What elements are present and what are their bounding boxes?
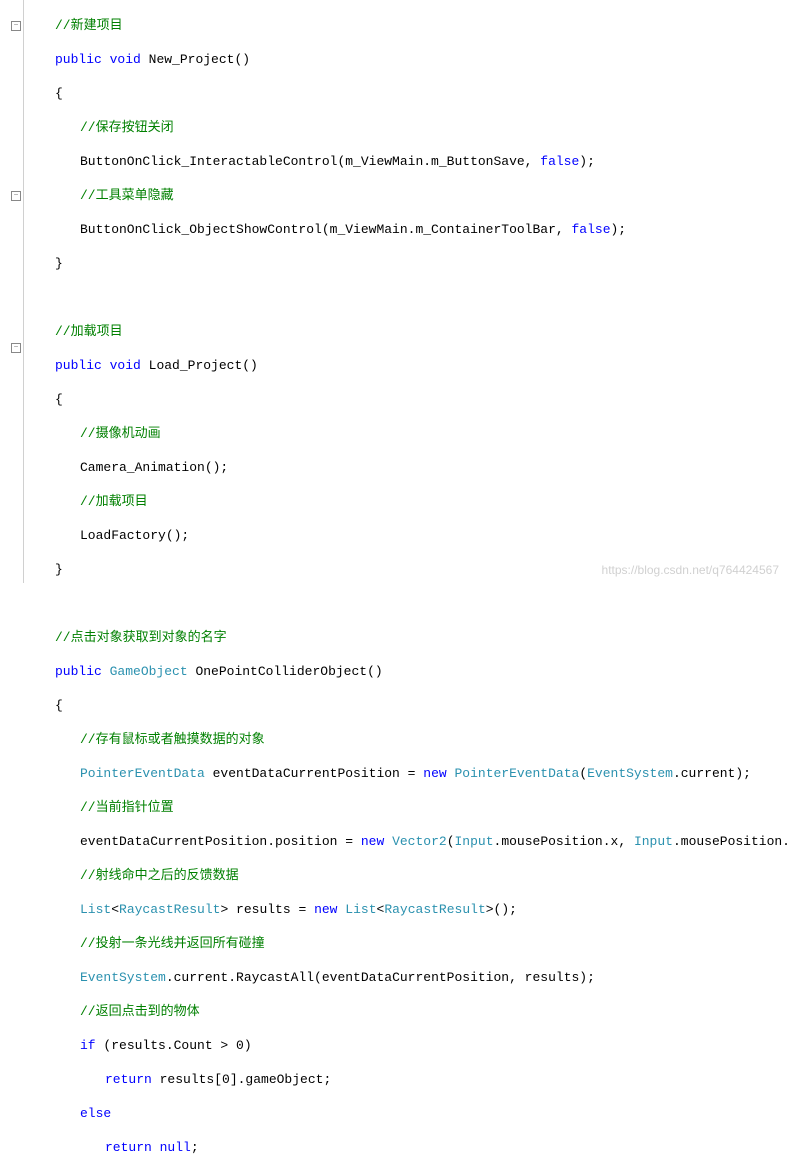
keyword: if: [80, 1038, 96, 1053]
code-text: .mousePosition.x,: [494, 834, 634, 849]
type-name: List: [345, 902, 376, 917]
fold-icon[interactable]: −: [11, 21, 21, 31]
code-text: >();: [486, 902, 517, 917]
code-text: );: [611, 222, 627, 237]
type-name: Vector2: [392, 834, 447, 849]
editor-gutter: − − −: [0, 0, 24, 583]
code-text: ButtonOnClick_InteractableControl(m_View…: [80, 154, 540, 169]
fold-icon[interactable]: −: [11, 191, 21, 201]
brace: }: [55, 256, 63, 271]
brace: {: [55, 392, 63, 407]
keyword: new: [361, 834, 384, 849]
code-text: (: [447, 834, 455, 849]
code-text: ButtonOnClick_ObjectShowControl(m_ViewMa…: [80, 222, 571, 237]
type-name: PointerEventData: [80, 766, 205, 781]
code-text: );: [579, 154, 595, 169]
code-comment: //存有鼠标或者触摸数据的对象: [80, 732, 265, 747]
code-comment: //当前指针位置: [80, 800, 174, 815]
code-text: .current.RaycastAll(eventDataCurrentPosi…: [166, 970, 595, 985]
code-comment: //工具菜单隐藏: [80, 188, 174, 203]
code-text: [102, 664, 110, 679]
code-text: (: [579, 766, 587, 781]
code-editor[interactable]: //新建项目 public void New_Project() { //保存按…: [30, 0, 787, 1166]
code-comment: //加载项目: [55, 324, 123, 339]
type-name: PointerEventData: [454, 766, 579, 781]
type-name: GameObject: [110, 664, 188, 679]
keyword: new: [314, 902, 337, 917]
code-text: [152, 1140, 160, 1155]
brace: }: [55, 562, 63, 577]
type-name: EventSystem: [587, 766, 673, 781]
code-text: Camera_Animation();: [80, 460, 228, 475]
code-text: (results.Count > 0): [96, 1038, 252, 1053]
code-text: OnePointColliderObject(): [188, 664, 383, 679]
code-text: eventDataCurrentPosition.position =: [80, 834, 361, 849]
code-comment: //点击对象获取到对象的名字: [55, 630, 227, 645]
keyword: return: [105, 1140, 152, 1155]
type-name: Input: [455, 834, 494, 849]
keyword: void: [110, 358, 141, 373]
keyword: null: [160, 1140, 191, 1155]
code-text: .mousePosition.y);: [673, 834, 787, 849]
brace: {: [55, 86, 63, 101]
type-name: EventSystem: [80, 970, 166, 985]
code-comment: //保存按钮关闭: [80, 120, 174, 135]
code-text: eventDataCurrentPosition =: [205, 766, 423, 781]
code-text: LoadFactory();: [80, 528, 189, 543]
code-comment: //投射一条光线并返回所有碰撞: [80, 936, 265, 951]
code-text: .current);: [673, 766, 751, 781]
brace: {: [55, 698, 63, 713]
code-text: [102, 358, 110, 373]
type-name: RaycastResult: [119, 902, 220, 917]
keyword: else: [80, 1106, 111, 1121]
code-comment: //新建项目: [55, 18, 123, 33]
fold-icon[interactable]: −: [11, 343, 21, 353]
keyword: return: [105, 1072, 152, 1087]
watermark-text: https://blog.csdn.net/q764424567: [602, 563, 779, 577]
code-text: > results =: [220, 902, 314, 917]
code-text: <: [377, 902, 385, 917]
keyword: public: [55, 664, 102, 679]
code-text: New_Project(): [141, 52, 250, 67]
type-name: RaycastResult: [384, 902, 485, 917]
keyword: false: [571, 222, 610, 237]
code-comment: //摄像机动画: [80, 426, 161, 441]
keyword: public: [55, 52, 102, 67]
keyword: false: [540, 154, 579, 169]
code-comment: //加载项目: [80, 494, 148, 509]
keyword: void: [110, 52, 141, 67]
code-text: [102, 52, 110, 67]
code-text: [337, 902, 345, 917]
keyword: new: [423, 766, 446, 781]
code-comment: //返回点击到的物体: [80, 1004, 200, 1019]
code-text: ;: [191, 1140, 199, 1155]
type-name: List: [80, 902, 111, 917]
code-text: [384, 834, 392, 849]
code-text: Load_Project(): [141, 358, 258, 373]
code-text: <: [111, 902, 119, 917]
type-name: Input: [634, 834, 673, 849]
code-comment: //射线命中之后的反馈数据: [80, 868, 239, 883]
code-text: [447, 766, 455, 781]
keyword: public: [55, 358, 102, 373]
code-text: results[0].gameObject;: [152, 1072, 331, 1087]
